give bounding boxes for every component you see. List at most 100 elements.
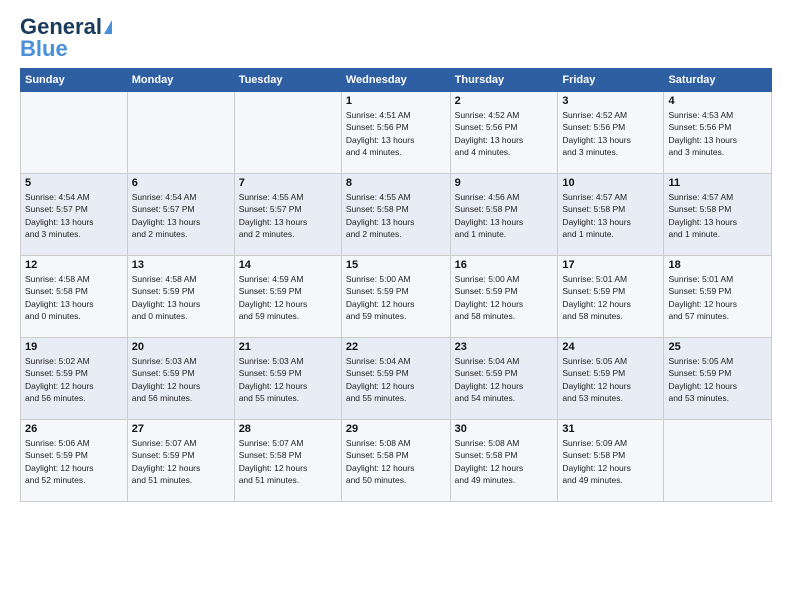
day-info: Sunrise: 4:59 AM Sunset: 5:59 PM Dayligh…: [239, 273, 337, 322]
day-number: 10: [562, 177, 659, 189]
calendar-cell: 12 Sunrise: 4:58 AM Sunset: 5:58 PM Dayli…: [21, 256, 128, 338]
calendar-cell: 25 Sunrise: 5:05 AM Sunset: 5:59 PM Dayli…: [664, 338, 772, 420]
day-number: 24: [562, 341, 659, 353]
day-info: Sunrise: 4:53 AM Sunset: 5:56 PM Dayligh…: [668, 109, 767, 158]
week-row-4: 19 Sunrise: 5:02 AM Sunset: 5:59 PM Dayli…: [21, 338, 772, 420]
day-number: 23: [455, 341, 554, 353]
day-number: 9: [455, 177, 554, 189]
day-info: Sunrise: 5:08 AM Sunset: 5:58 PM Dayligh…: [455, 437, 554, 486]
day-info: Sunrise: 4:55 AM Sunset: 5:58 PM Dayligh…: [346, 191, 446, 240]
day-info: Sunrise: 5:07 AM Sunset: 5:59 PM Dayligh…: [132, 437, 230, 486]
calendar-cell: 22 Sunrise: 5:04 AM Sunset: 5:59 PM Dayli…: [341, 338, 450, 420]
page-container: General Blue SundayMondayTuesdayWednesda…: [0, 0, 792, 512]
day-number: 7: [239, 177, 337, 189]
day-number: 22: [346, 341, 446, 353]
week-row-3: 12 Sunrise: 4:58 AM Sunset: 5:58 PM Dayli…: [21, 256, 772, 338]
day-info: Sunrise: 4:58 AM Sunset: 5:58 PM Dayligh…: [25, 273, 123, 322]
day-info: Sunrise: 5:03 AM Sunset: 5:59 PM Dayligh…: [132, 355, 230, 404]
day-number: 12: [25, 259, 123, 271]
calendar-cell: 6 Sunrise: 4:54 AM Sunset: 5:57 PM Daylig…: [127, 174, 234, 256]
day-info: Sunrise: 5:00 AM Sunset: 5:59 PM Dayligh…: [346, 273, 446, 322]
calendar-cell: 1 Sunrise: 4:51 AM Sunset: 5:56 PM Daylig…: [341, 92, 450, 174]
calendar-cell: 26 Sunrise: 5:06 AM Sunset: 5:59 PM Dayli…: [21, 420, 128, 502]
calendar-cell: 17 Sunrise: 5:01 AM Sunset: 5:59 PM Dayli…: [558, 256, 664, 338]
calendar-cell: 4 Sunrise: 4:53 AM Sunset: 5:56 PM Daylig…: [664, 92, 772, 174]
calendar-cell: 28Sunrise: 5:07 AM Sunset: 5:58 PM Dayli…: [234, 420, 341, 502]
calendar-cell: 11 Sunrise: 4:57 AM Sunset: 5:58 PM Dayli…: [664, 174, 772, 256]
day-number: 25: [668, 341, 767, 353]
calendar-cell: 3 Sunrise: 4:52 AM Sunset: 5:56 PM Daylig…: [558, 92, 664, 174]
day-info: Sunrise: 4:52 AM Sunset: 5:56 PM Dayligh…: [455, 109, 554, 158]
day-info: Sunrise: 5:05 AM Sunset: 5:59 PM Dayligh…: [668, 355, 767, 404]
day-number: 3: [562, 95, 659, 107]
day-header-wednesday: Wednesday: [341, 69, 450, 92]
logo: General Blue: [20, 16, 112, 60]
day-info: Sunrise: 5:05 AM Sunset: 5:59 PM Dayligh…: [562, 355, 659, 404]
logo-triangle-icon: [104, 20, 112, 34]
day-number: 15: [346, 259, 446, 271]
day-header-sunday: Sunday: [21, 69, 128, 92]
day-number: 18: [668, 259, 767, 271]
day-header-saturday: Saturday: [664, 69, 772, 92]
day-header-thursday: Thursday: [450, 69, 558, 92]
calendar-cell: 15 Sunrise: 5:00 AM Sunset: 5:59 PM Dayli…: [341, 256, 450, 338]
day-info: Sunrise: 5:04 AM Sunset: 5:59 PM Dayligh…: [455, 355, 554, 404]
day-number: 19: [25, 341, 123, 353]
day-number: 4: [668, 95, 767, 107]
day-number: 29: [346, 423, 446, 435]
day-number: 14: [239, 259, 337, 271]
calendar-cell: 16 Sunrise: 5:00 AM Sunset: 5:59 PM Dayli…: [450, 256, 558, 338]
day-info: Sunrise: 5:06 AM Sunset: 5:59 PM Dayligh…: [25, 437, 123, 486]
day-number: 30: [455, 423, 554, 435]
day-header-monday: Monday: [127, 69, 234, 92]
day-number: 28: [239, 423, 337, 435]
day-number: 1: [346, 95, 446, 107]
day-info: Sunrise: 4:57 AM Sunset: 5:58 PM Dayligh…: [668, 191, 767, 240]
day-number: 21: [239, 341, 337, 353]
day-info: Sunrise: 5:08 AM Sunset: 5:58 PM Dayligh…: [346, 437, 446, 486]
day-info: Sunrise: 5:09 AM Sunset: 5:58 PM Dayligh…: [562, 437, 659, 486]
day-info: Sunrise: 5:03 AM Sunset: 5:59 PM Dayligh…: [239, 355, 337, 404]
calendar-cell: 27 Sunrise: 5:07 AM Sunset: 5:59 PM Dayli…: [127, 420, 234, 502]
calendar-cell: 2 Sunrise: 4:52 AM Sunset: 5:56 PM Daylig…: [450, 92, 558, 174]
day-info: Sunrise: 4:57 AM Sunset: 5:58 PM Dayligh…: [562, 191, 659, 240]
day-header-tuesday: Tuesday: [234, 69, 341, 92]
day-info: Sunrise: 4:54 AM Sunset: 5:57 PM Dayligh…: [132, 191, 230, 240]
logo-text-blue: Blue: [20, 38, 68, 60]
day-info: Sunrise: 4:51 AM Sunset: 5:56 PM Dayligh…: [346, 109, 446, 158]
day-info: Sunrise: 5:04 AM Sunset: 5:59 PM Dayligh…: [346, 355, 446, 404]
calendar-cell: [234, 92, 341, 174]
day-number: 2: [455, 95, 554, 107]
day-number: 11: [668, 177, 767, 189]
calendar-cell: 23 Sunrise: 5:04 AM Sunset: 5:59 PM Dayli…: [450, 338, 558, 420]
day-number: 26: [25, 423, 123, 435]
week-row-5: 26 Sunrise: 5:06 AM Sunset: 5:59 PM Dayli…: [21, 420, 772, 502]
calendar-cell: 21 Sunrise: 5:03 AM Sunset: 5:59 PM Dayli…: [234, 338, 341, 420]
day-info: Sunrise: 4:54 AM Sunset: 5:57 PM Dayligh…: [25, 191, 123, 240]
day-number: 6: [132, 177, 230, 189]
calendar-cell: 13Sunrise: 4:58 AM Sunset: 5:59 PM Dayli…: [127, 256, 234, 338]
day-info: Sunrise: 4:58 AM Sunset: 5:59 PM Dayligh…: [132, 273, 230, 322]
calendar-cell: 9 Sunrise: 4:56 AM Sunset: 5:58 PM Daylig…: [450, 174, 558, 256]
day-number: 16: [455, 259, 554, 271]
calendar-table: SundayMondayTuesdayWednesdayThursdayFrid…: [20, 68, 772, 502]
calendar-cell: 14 Sunrise: 4:59 AM Sunset: 5:59 PM Dayli…: [234, 256, 341, 338]
week-row-2: 5Sunrise: 4:54 AM Sunset: 5:57 PM Daylig…: [21, 174, 772, 256]
day-info: Sunrise: 5:00 AM Sunset: 5:59 PM Dayligh…: [455, 273, 554, 322]
calendar-cell: [127, 92, 234, 174]
day-number: 31: [562, 423, 659, 435]
day-info: Sunrise: 5:01 AM Sunset: 5:59 PM Dayligh…: [668, 273, 767, 322]
day-number: 8: [346, 177, 446, 189]
day-number: 20: [132, 341, 230, 353]
week-row-1: 1 Sunrise: 4:51 AM Sunset: 5:56 PM Daylig…: [21, 92, 772, 174]
day-number: 27: [132, 423, 230, 435]
calendar-cell: 24 Sunrise: 5:05 AM Sunset: 5:59 PM Dayli…: [558, 338, 664, 420]
day-info: Sunrise: 4:56 AM Sunset: 5:58 PM Dayligh…: [455, 191, 554, 240]
calendar-cell: 31 Sunrise: 5:09 AM Sunset: 5:58 PM Dayli…: [558, 420, 664, 502]
days-header-row: SundayMondayTuesdayWednesdayThursdayFrid…: [21, 69, 772, 92]
day-info: Sunrise: 4:52 AM Sunset: 5:56 PM Dayligh…: [562, 109, 659, 158]
day-info: Sunrise: 5:02 AM Sunset: 5:59 PM Dayligh…: [25, 355, 123, 404]
day-info: Sunrise: 5:01 AM Sunset: 5:59 PM Dayligh…: [562, 273, 659, 322]
day-number: 17: [562, 259, 659, 271]
calendar-cell: 19 Sunrise: 5:02 AM Sunset: 5:59 PM Dayli…: [21, 338, 128, 420]
